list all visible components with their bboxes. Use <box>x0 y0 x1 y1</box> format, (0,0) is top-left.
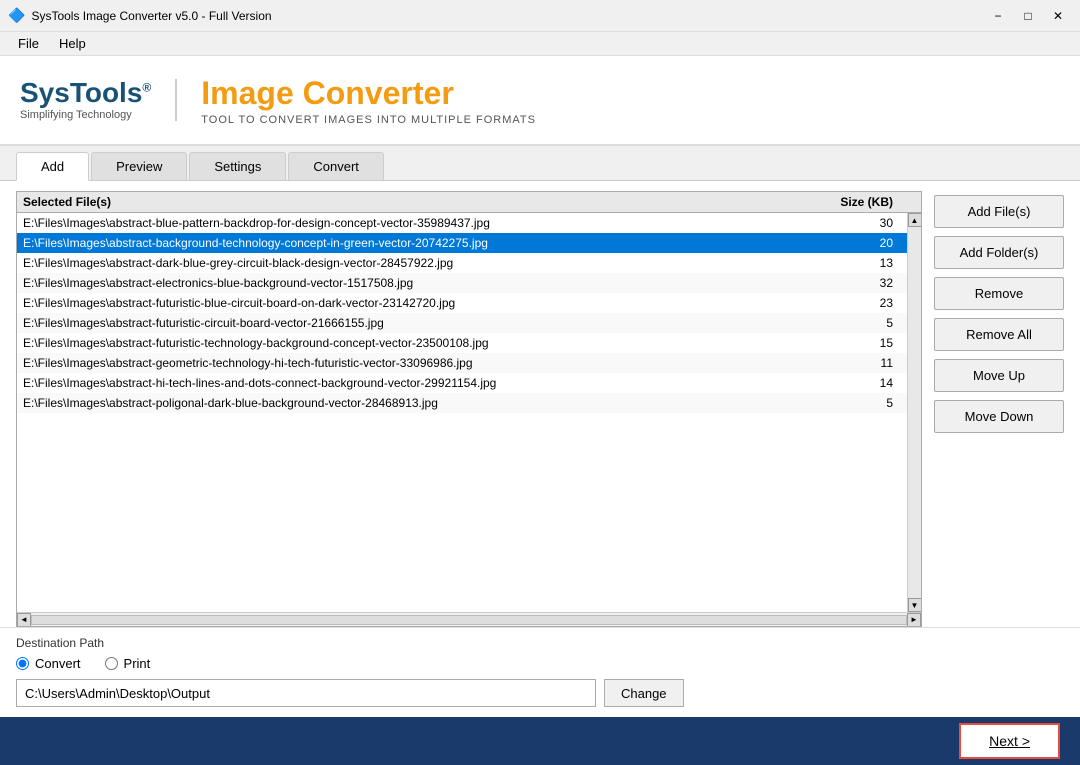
file-path: E:\Files\Images\abstract-futuristic-circ… <box>23 316 821 330</box>
radio-group: Convert Print <box>16 656 1064 671</box>
tab-preview[interactable]: Preview <box>91 152 187 180</box>
move-down-button[interactable]: Move Down <box>934 400 1064 433</box>
file-path: E:\Files\Images\abstract-futuristic-blue… <box>23 296 821 310</box>
tab-bar: Add Preview Settings Convert <box>0 146 1080 181</box>
header: SysTools® Simplifying Technology Image C… <box>0 56 1080 146</box>
tab-settings[interactable]: Settings <box>189 152 286 180</box>
minimize-button[interactable]: − <box>984 4 1012 28</box>
change-button[interactable]: Change <box>604 679 684 707</box>
radio-print[interactable]: Print <box>105 656 151 671</box>
file-size: 30 <box>821 216 901 230</box>
file-path: E:\Files\Images\abstract-poligonal-dark-… <box>23 396 821 410</box>
table-row[interactable]: E:\Files\Images\abstract-poligonal-dark-… <box>17 393 907 413</box>
next-button[interactable]: Next > <box>959 723 1060 759</box>
main-content: Selected File(s) Size (KB) E:\Files\Imag… <box>0 181 1080 627</box>
file-list-panel: Selected File(s) Size (KB) E:\Files\Imag… <box>16 191 922 627</box>
app-title: Image Converter <box>201 75 536 112</box>
table-row[interactable]: E:\Files\Images\abstract-dark-blue-grey-… <box>17 253 907 273</box>
app-title-section: Image Converter TOOL TO CONVERT IMAGES I… <box>201 75 536 126</box>
remove-all-button[interactable]: Remove All <box>934 318 1064 351</box>
app-icon: 🔷 <box>8 7 25 24</box>
app-title-image: Image <box>201 75 302 111</box>
close-button[interactable]: ✕ <box>1044 4 1072 28</box>
file-list-body: E:\Files\Images\abstract-blue-pattern-ba… <box>17 213 921 612</box>
logo-tagline: Simplifying Technology <box>20 109 132 121</box>
file-size: 13 <box>821 256 901 270</box>
file-path: E:\Files\Images\abstract-futuristic-tech… <box>23 336 821 350</box>
move-up-button[interactable]: Move Up <box>934 359 1064 392</box>
radio-print-label: Print <box>124 656 151 671</box>
radio-convert[interactable]: Convert <box>16 656 81 671</box>
horizontal-scrollbar[interactable]: ◄ ► <box>17 612 921 626</box>
file-size: 23 <box>821 296 901 310</box>
file-path: E:\Files\Images\abstract-background-tech… <box>23 236 821 250</box>
column-header-size: Size (KB) <box>821 195 901 209</box>
logo-text: SysTools <box>20 77 142 108</box>
file-list-header: Selected File(s) Size (KB) <box>17 192 921 213</box>
table-row[interactable]: E:\Files\Images\abstract-futuristic-circ… <box>17 313 907 333</box>
column-header-file: Selected File(s) <box>23 195 821 209</box>
file-list[interactable]: E:\Files\Images\abstract-blue-pattern-ba… <box>17 213 907 612</box>
menubar: File Help <box>0 32 1080 56</box>
menu-help[interactable]: Help <box>49 34 96 53</box>
maximize-button[interactable]: □ <box>1014 4 1042 28</box>
table-row[interactable]: E:\Files\Images\abstract-blue-pattern-ba… <box>17 213 907 233</box>
logo: SysTools® <box>20 79 151 107</box>
table-row[interactable]: E:\Files\Images\abstract-futuristic-blue… <box>17 293 907 313</box>
add-files-button[interactable]: Add File(s) <box>934 195 1064 228</box>
file-size: 15 <box>821 336 901 350</box>
scroll-right-button[interactable]: ► <box>907 613 921 627</box>
file-path: E:\Files\Images\abstract-blue-pattern-ba… <box>23 216 821 230</box>
vertical-scrollbar[interactable]: ▲ ▼ <box>907 213 921 612</box>
radio-print-input[interactable] <box>105 657 118 670</box>
file-path: E:\Files\Images\abstract-dark-blue-grey-… <box>23 256 821 270</box>
logo-registered: ® <box>142 81 151 95</box>
footer: Next > <box>0 717 1080 765</box>
window-title: SysTools Image Converter v5.0 - Full Ver… <box>31 9 984 23</box>
table-row[interactable]: E:\Files\Images\abstract-background-tech… <box>17 233 907 253</box>
app-subtitle: TOOL TO CONVERT IMAGES INTO MULTIPLE FOR… <box>201 114 536 126</box>
destination-path-input[interactable] <box>16 679 596 707</box>
destination-path-row: Change <box>16 679 1064 707</box>
file-size: 20 <box>821 236 901 250</box>
scroll-up-button[interactable]: ▲ <box>908 213 922 227</box>
tab-add[interactable]: Add <box>16 152 89 181</box>
file-size: 11 <box>821 356 901 370</box>
hscroll-track <box>31 615 907 625</box>
scroll-down-button[interactable]: ▼ <box>908 598 922 612</box>
scroll-track <box>908 227 921 598</box>
radio-convert-input[interactable] <box>16 657 29 670</box>
remove-button[interactable]: Remove <box>934 277 1064 310</box>
file-path: E:\Files\Images\abstract-geometric-techn… <box>23 356 821 370</box>
file-size: 32 <box>821 276 901 290</box>
destination-label: Destination Path <box>16 636 1064 650</box>
scroll-spacer <box>901 195 915 209</box>
menu-file[interactable]: File <box>8 34 49 53</box>
table-row[interactable]: E:\Files\Images\abstract-futuristic-tech… <box>17 333 907 353</box>
tab-convert[interactable]: Convert <box>288 152 384 180</box>
add-folder-button[interactable]: Add Folder(s) <box>934 236 1064 269</box>
file-size: 14 <box>821 376 901 390</box>
scroll-left-button[interactable]: ◄ <box>17 613 31 627</box>
file-size: 5 <box>821 396 901 410</box>
app-title-converter: Converter <box>303 75 454 111</box>
file-path: E:\Files\Images\abstract-hi-tech-lines-a… <box>23 376 821 390</box>
window-controls: − □ ✕ <box>984 4 1072 28</box>
destination-section: Destination Path Convert Print Change <box>0 627 1080 717</box>
table-row[interactable]: E:\Files\Images\abstract-electronics-blu… <box>17 273 907 293</box>
table-row[interactable]: E:\Files\Images\abstract-hi-tech-lines-a… <box>17 373 907 393</box>
radio-convert-label: Convert <box>35 656 81 671</box>
action-buttons-panel: Add File(s) Add Folder(s) Remove Remove … <box>934 191 1064 627</box>
table-row[interactable]: E:\Files\Images\abstract-geometric-techn… <box>17 353 907 373</box>
titlebar: 🔷 SysTools Image Converter v5.0 - Full V… <box>0 0 1080 32</box>
file-path: E:\Files\Images\abstract-electronics-blu… <box>23 276 821 290</box>
logo-section: SysTools® Simplifying Technology <box>20 79 177 121</box>
file-size: 5 <box>821 316 901 330</box>
